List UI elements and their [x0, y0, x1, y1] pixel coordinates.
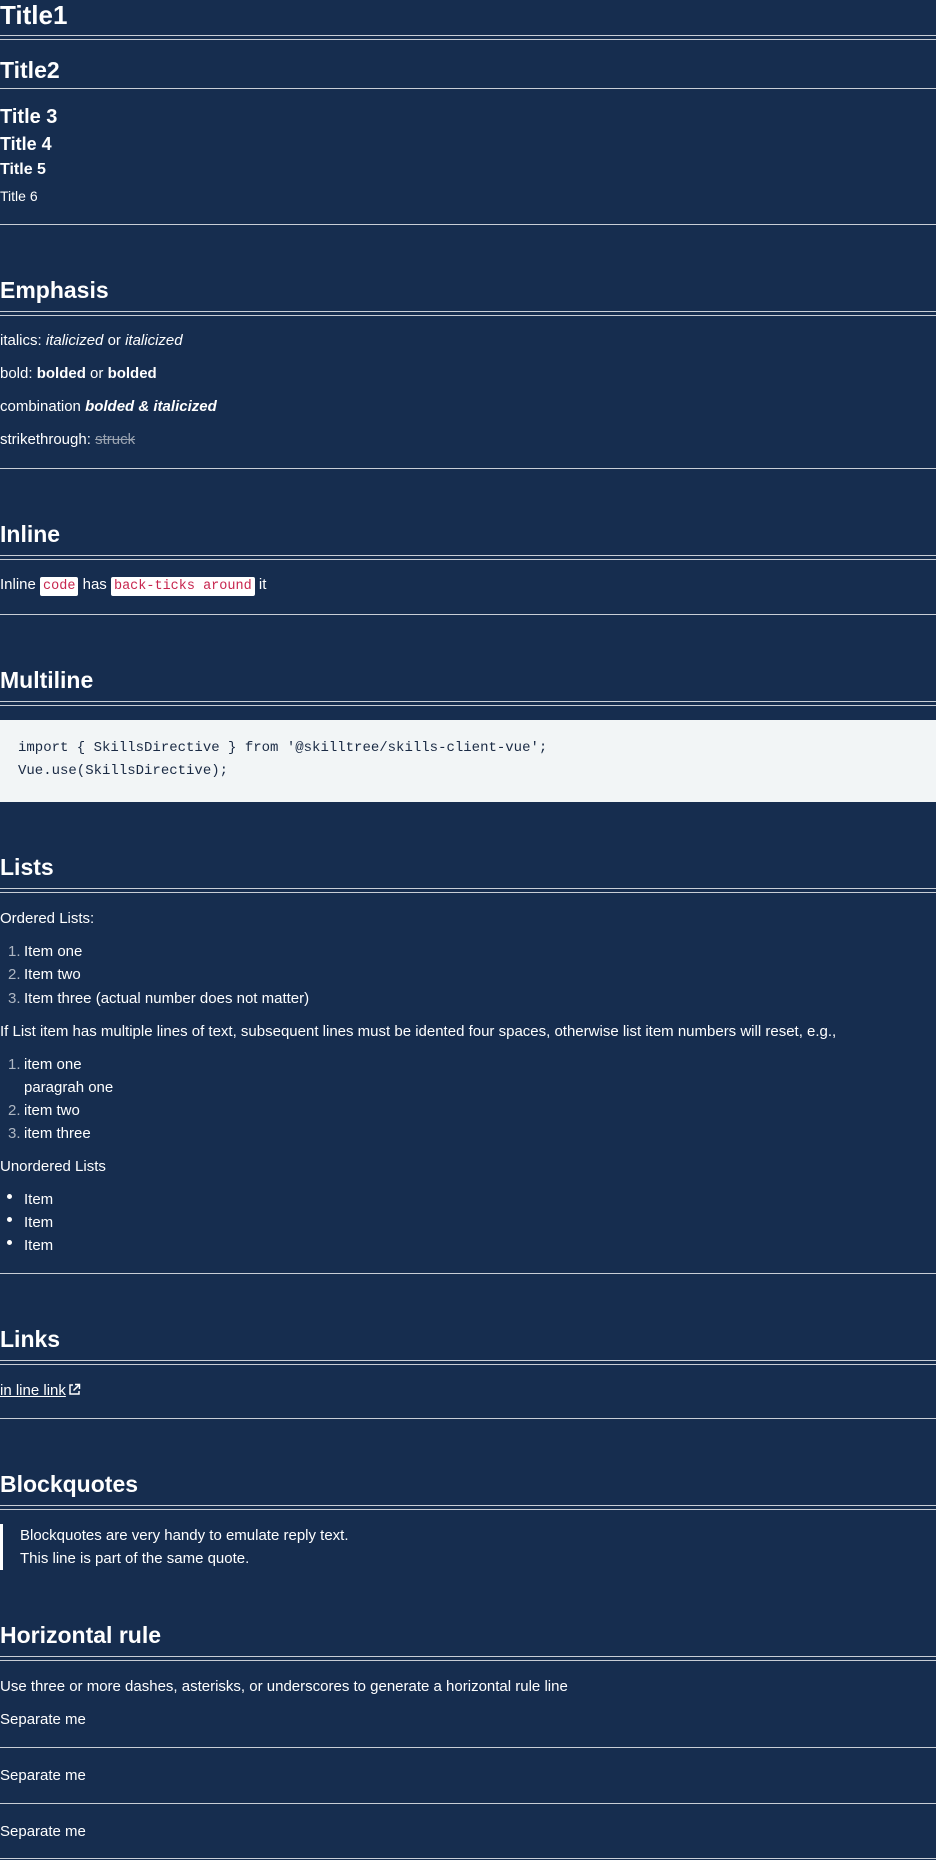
italics-text-b: italicized	[125, 332, 183, 349]
inline-underline	[0, 555, 936, 560]
list-number: 2.	[8, 1102, 21, 1119]
list-item: Item	[24, 1214, 54, 1231]
title-1-underline	[0, 35, 936, 40]
strikethrough-text: struck	[95, 431, 136, 448]
title-3: Title 3	[0, 106, 58, 128]
title-5: Title 5	[0, 161, 46, 178]
lists-underline	[0, 888, 936, 893]
divider	[0, 1418, 936, 1419]
horizontal-rule	[0, 1803, 936, 1804]
list-item: Item three (actual number does not matte…	[24, 990, 310, 1007]
list-number: 1.	[8, 943, 21, 960]
bold-text-a: bolded	[36, 365, 86, 382]
bold-line: bold: bolded or bolded	[0, 366, 157, 381]
combination-text: bolded & italicized	[85, 398, 217, 415]
strikethrough-label: strikethrough:	[0, 431, 91, 448]
emphasis-underline	[0, 311, 936, 316]
list-number: 3.	[8, 990, 21, 1007]
italics-text-a: italicized	[45, 332, 104, 349]
bullet-icon	[7, 1217, 12, 1222]
multiline-heading: Multiline	[0, 667, 94, 693]
blockquotes-heading: Blockquotes	[0, 1471, 139, 1497]
list-number: 1.	[8, 1056, 21, 1073]
inline-code: code	[40, 577, 79, 596]
markdown-document: Title1 Title2 Title 3 Title 4 Title 5 Ti…	[0, 0, 936, 1860]
combination-line: combination bolded & italicized	[0, 399, 217, 414]
list-number: 3.	[8, 1125, 21, 1142]
horizontal-rule	[0, 1858, 936, 1859]
list-item: item one	[24, 1056, 82, 1073]
strikethrough-line: strikethrough: struck	[0, 432, 135, 447]
italics-line: italics: italicized or italicized	[0, 333, 183, 348]
unordered-lists-label: Unordered Lists	[0, 1158, 106, 1175]
inline-text: has	[82, 576, 107, 593]
blockquote-line: This line is part of the same quote.	[20, 1550, 250, 1567]
separate-text: Separate me	[0, 1767, 86, 1784]
list-item: item three	[24, 1125, 91, 1142]
list-number: 2.	[8, 966, 21, 983]
title-1: Title1	[0, 0, 68, 30]
or-text: or	[107, 332, 121, 349]
horizontal-rule-underline	[0, 1656, 936, 1661]
title-6: Title 6	[0, 188, 38, 204]
inline-link-text: in line link	[0, 1382, 66, 1399]
multiline-underline	[0, 701, 936, 706]
title-2-underline	[0, 88, 936, 89]
code-line: Vue.use(SkillsDirective);	[18, 763, 229, 779]
blockquote-line: Blockquotes are very handy to emulate re…	[20, 1527, 349, 1544]
bullet-icon	[7, 1194, 12, 1199]
bold-text-b: bolded	[107, 365, 157, 382]
links-underline	[0, 1360, 936, 1365]
title-2: Title2	[0, 57, 60, 83]
list-paragraph: paragrah one	[24, 1079, 114, 1096]
separate-text: Separate me	[0, 1711, 86, 1728]
list-item: Item	[24, 1237, 54, 1254]
divider	[0, 224, 936, 225]
lists-heading: Lists	[0, 854, 54, 880]
link-line: in line link	[0, 1383, 81, 1398]
list-item: Item	[24, 1191, 54, 1208]
list-item: Item one	[24, 943, 83, 960]
list-item: item two	[24, 1102, 80, 1119]
code-block: import { SkillsDirective } from '@skillt…	[0, 720, 936, 802]
divider	[0, 1273, 936, 1274]
blockquotes-underline	[0, 1505, 936, 1510]
or-text: or	[90, 365, 104, 382]
inline-text: Inline	[0, 576, 36, 593]
divider	[0, 614, 936, 615]
code-line: import { SkillsDirective } from '@skillt…	[18, 740, 548, 756]
horizontal-rule-heading: Horizontal rule	[0, 1622, 162, 1648]
italics-label: italics:	[0, 332, 42, 349]
ordered-lists-label: Ordered Lists:	[0, 910, 95, 927]
bullet-icon	[7, 1240, 12, 1245]
emphasis-heading: Emphasis	[0, 277, 109, 303]
inline-heading: Inline	[0, 521, 61, 547]
inline-code: back-ticks around	[110, 577, 255, 596]
horizontal-rule	[0, 1747, 936, 1748]
inline-link[interactable]: in line link	[0, 1382, 81, 1399]
divider	[0, 468, 936, 469]
horizontal-rule-description: Use three or more dashes, asterisks, or …	[0, 1678, 568, 1695]
blockquote-bar	[0, 1524, 3, 1570]
inline-code-line: Inline code has back-ticks around it	[0, 576, 267, 596]
inline-text: it	[258, 576, 267, 593]
bold-label: bold:	[0, 365, 33, 382]
title-4: Title 4	[0, 134, 52, 154]
separate-text: Separate me	[0, 1823, 86, 1840]
list-item: Item two	[24, 966, 81, 983]
list-note: If List item has multiple lines of text,…	[0, 1023, 837, 1040]
links-heading: Links	[0, 1326, 61, 1352]
combination-label: combination	[0, 398, 81, 415]
external-link-icon	[69, 1383, 81, 1395]
